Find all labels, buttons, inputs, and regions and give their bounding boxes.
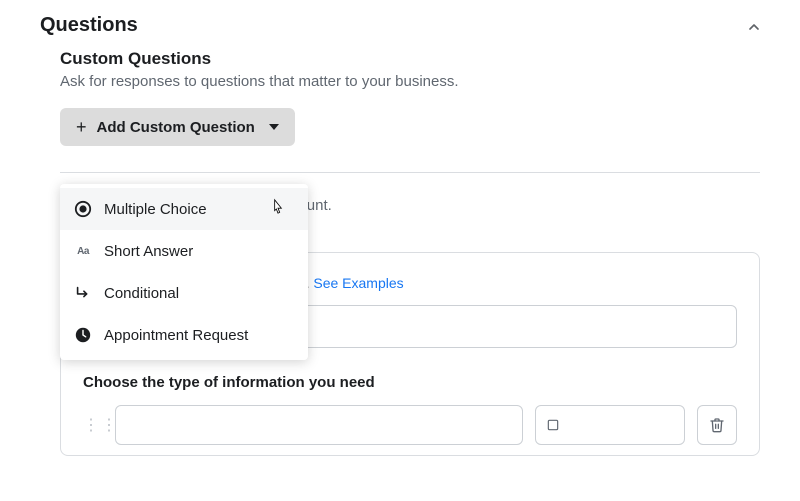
text-icon: Aa: [74, 242, 92, 260]
choose-type-label: Choose the type of information you need: [83, 374, 737, 391]
plus-icon: +: [76, 118, 87, 136]
dropdown-item-multiple-choice[interactable]: Multiple Choice: [60, 188, 308, 230]
delete-field-button[interactable]: [697, 405, 737, 445]
divider: [60, 172, 760, 173]
dropdown-item-label: Multiple Choice: [104, 201, 207, 218]
chevron-up-icon[interactable]: [746, 19, 760, 33]
custom-questions-desc: Ask for responses to questions that matt…: [60, 73, 760, 90]
radio-icon: [74, 200, 92, 218]
dropdown-item-label: Conditional: [104, 285, 179, 302]
see-examples-link[interactable]: See Examples: [313, 275, 403, 291]
drag-handle-icon[interactable]: ⋮⋮: [83, 415, 103, 435]
section-header[interactable]: Questions: [0, 0, 800, 41]
add-custom-question-button[interactable]: + Add Custom Question: [60, 108, 295, 146]
dropdown-item-short-answer[interactable]: Aa Short Answer: [60, 230, 308, 272]
add-custom-question-label: Add Custom Question: [97, 119, 255, 136]
custom-questions-title: Custom Questions: [60, 49, 760, 69]
caret-down-icon: [269, 124, 279, 130]
branch-icon: [74, 284, 92, 302]
dropdown-item-label: Short Answer: [104, 243, 193, 260]
dropdown-item-appointment-request[interactable]: Appointment Request: [60, 314, 308, 356]
secondary-select[interactable]: [535, 405, 685, 445]
field-select[interactable]: [115, 405, 523, 445]
dropdown-item-conditional[interactable]: Conditional: [60, 272, 308, 314]
clock-icon: [74, 326, 92, 344]
question-type-dropdown: Multiple Choice Aa Short Answer Conditio…: [60, 184, 308, 360]
section-title: Questions: [40, 14, 138, 37]
dropdown-item-label: Appointment Request: [104, 327, 248, 344]
field-row: ⋮⋮: [83, 405, 737, 445]
